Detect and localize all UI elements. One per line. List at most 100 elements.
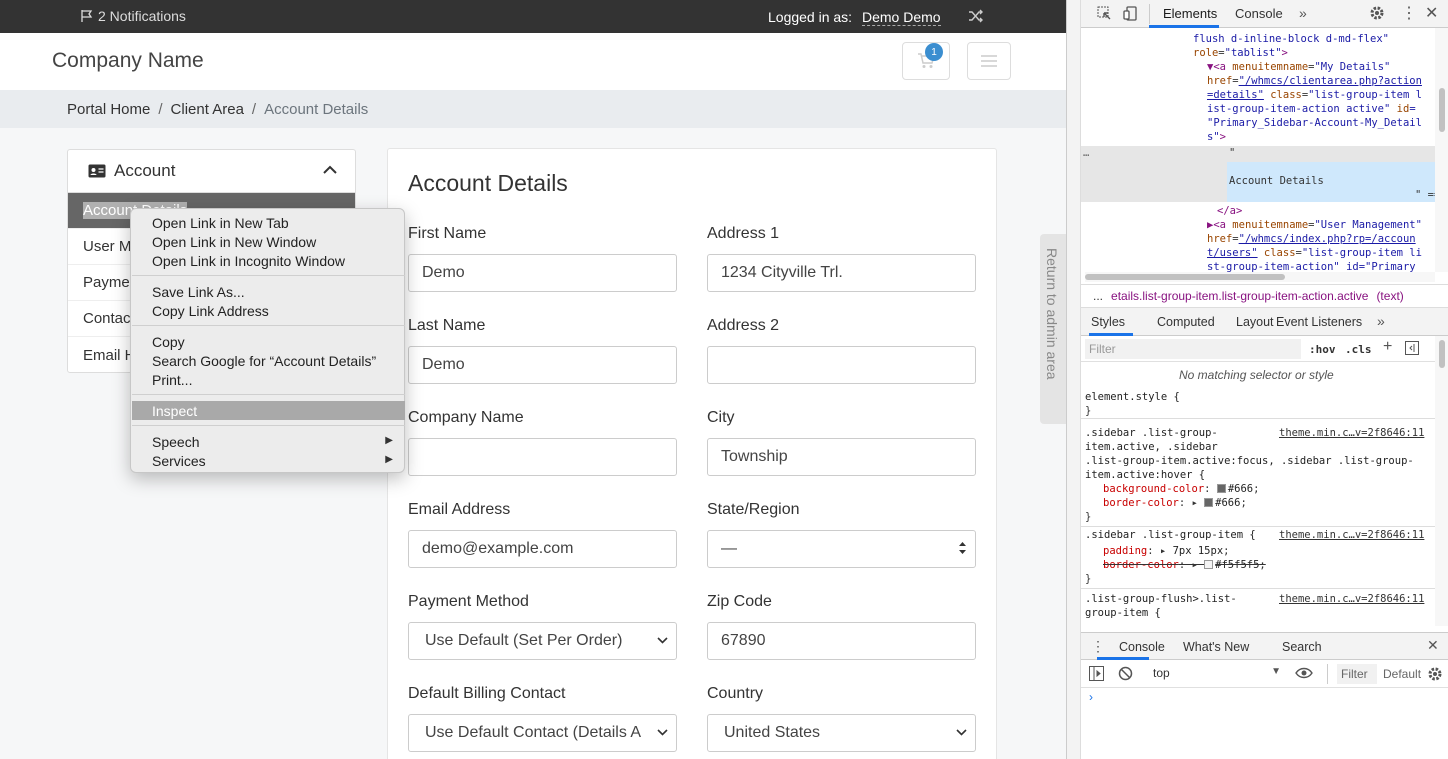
tab-styles[interactable]: Styles [1091,315,1125,329]
clear-console-icon[interactable] [1118,666,1133,684]
dom-line[interactable]: st-group-item-action" id="Primary_ [1207,260,1422,272]
tab-elements[interactable]: Elements [1163,6,1217,21]
email-field[interactable]: demo@example.com [408,530,677,568]
logged-in-user-link[interactable]: Demo Demo [862,9,941,26]
first-name-field[interactable]: Demo [408,254,677,292]
dom-line[interactable]: s"> [1207,130,1226,144]
style-selector[interactable]: .list-group-flush>.list- [1085,592,1237,606]
address1-field[interactable]: 1234 Cityville Trl. [707,254,976,292]
style-source-link[interactable]: theme.min.c…v=2f8646:11 [1279,528,1424,542]
style-selector[interactable]: .sidebar .list-group- [1085,426,1218,440]
gear-icon[interactable] [1427,666,1443,685]
dom-scroll-thumb[interactable] [1439,88,1445,132]
style-property[interactable]: padding: ▸ 7px 15px; [1103,544,1229,558]
drawer-tab-whats-new[interactable]: What's New [1183,640,1249,654]
menu-item-copy-link-address[interactable]: Copy Link Address [132,301,405,320]
zip-field[interactable]: 67890 [707,622,976,660]
drawer-tab-console[interactable]: Console [1119,640,1165,654]
styles-scrollbar[interactable] [1435,336,1448,626]
log-levels-select[interactable]: Default levels [1383,667,1423,681]
style-source-link[interactable]: theme.min.c…v=2f8646:11 [1279,592,1424,606]
style-selector[interactable]: item.active:hover { [1085,468,1205,482]
style-selector[interactable]: group-item { [1085,606,1161,620]
gear-icon[interactable] [1369,5,1385,24]
style-property[interactable]: border-color: ▸ #666; [1103,496,1247,510]
style-property[interactable]: background-color: #666; [1103,482,1259,496]
console-prompt[interactable]: › [1089,690,1093,704]
tab-console[interactable]: Console [1235,6,1283,21]
style-source-link[interactable]: theme.min.c…v=2f8646:11 [1279,426,1424,440]
menu-item-open-new-tab[interactable]: Open Link in New Tab [132,213,405,232]
style-selector[interactable]: element.style { [1085,390,1180,404]
style-selector[interactable]: .sidebar .list-group-item { [1085,528,1256,542]
menu-item-search-google[interactable]: Search Google for “Account Details” [132,351,405,370]
dom-breadcrumb-more[interactable]: ... [1093,289,1103,303]
dom-line[interactable]: role="tablist"> [1193,46,1288,60]
style-selector[interactable]: .list-group-item.active:focus, .sidebar … [1085,454,1414,468]
company-name-field[interactable] [408,438,677,476]
menu-item-inspect[interactable]: Inspect [132,401,405,420]
dom-breadcrumb-text[interactable]: (text) [1376,289,1403,303]
country-select[interactable]: United States [707,714,976,752]
color-swatch[interactable] [1204,498,1214,507]
tab-computed[interactable]: Computed [1157,315,1215,329]
devtools-resize-handle[interactable] [1067,0,1081,759]
shuffle-icon[interactable] [968,8,984,27]
dom-line[interactable]: "Primary_Sidebar-Account-My_Detail [1207,116,1422,130]
dom-scrollbar[interactable] [1435,28,1448,272]
notifications-link[interactable]: 2 Notifications [80,8,186,24]
dom-hscroll-thumb[interactable] [1085,274,1285,280]
more-tabs-icon[interactable]: » [1299,5,1307,21]
styles-filter-input[interactable]: Filter [1085,339,1301,359]
menu-item-services[interactable]: Services ▶ [132,451,405,470]
sidebar-header[interactable]: Account [68,150,355,193]
brand-name[interactable]: Company Name [52,49,204,73]
dom-line[interactable]: ist-group-item-action active" id= [1207,102,1416,116]
context-select[interactable]: top ▼ [1153,666,1281,682]
chevron-up-icon[interactable] [323,162,337,182]
tab-event-listeners[interactable]: Event Listeners [1276,315,1362,329]
menu-toggle-button[interactable] [967,42,1011,80]
inspect-element-icon[interactable] [1097,6,1112,24]
menu-item-open-new-window[interactable]: Open Link in New Window [132,232,405,251]
address2-field[interactable] [707,346,976,384]
dom-line[interactable]: ▼<a menuitemname="My Details" [1207,60,1390,74]
class-toggle[interactable]: .cls [1345,343,1372,356]
device-toolbar-icon[interactable] [1123,6,1138,24]
payment-method-select[interactable]: Use Default (Set Per Order) [408,622,677,660]
sidebar-toggle-icon[interactable] [1405,341,1419,358]
billing-contact-select[interactable]: Use Default Contact (Details A [408,714,677,752]
sidebar-toggle-icon[interactable] [1089,666,1104,684]
kebab-menu-icon[interactable]: ⋮ [1401,3,1417,23]
color-swatch[interactable] [1216,484,1226,493]
color-swatch[interactable] [1204,560,1214,569]
kebab-menu-icon[interactable]: ⋮ [1091,638,1105,655]
menu-item-open-incognito[interactable]: Open Link in Incognito Window [132,251,405,270]
dom-line[interactable]: " == $0 [1415,188,1435,202]
hover-state-toggle[interactable]: :hov [1309,343,1336,356]
close-icon[interactable]: ✕ [1427,637,1439,654]
close-icon[interactable]: ✕ [1425,3,1438,23]
ellipsis-icon[interactable]: … [1083,146,1089,160]
dom-line[interactable]: ▶<a menuitemname="User Management" [1207,218,1422,232]
menu-item-save-link-as[interactable]: Save Link As... [132,282,405,301]
dom-line[interactable]: flush d-inline-block d-md-flex" [1193,32,1389,46]
dom-line[interactable]: t/users" class="list-group-item li [1207,246,1422,260]
console-filter-input[interactable]: Filter [1337,664,1377,684]
eye-icon[interactable] [1295,667,1313,682]
dom-line[interactable]: href="/whmcs/index.php?rp=/accoun [1207,232,1416,246]
menu-item-speech[interactable]: Speech ▶ [132,432,405,451]
dom-tree[interactable]: flush d-inline-block d-md-flex" role="ta… [1081,28,1435,272]
styles-scroll-thumb[interactable] [1439,340,1445,368]
menu-item-print[interactable]: Print... [132,370,405,389]
dom-breadcrumb-item[interactable]: etails.list-group-item.list-group-item-a… [1111,289,1368,303]
breadcrumb-client-area[interactable]: Client Area [171,101,244,118]
style-selector[interactable]: item.active, .sidebar [1085,440,1218,454]
style-property-overridden[interactable]: border-color: ▸ #f5f5f5; [1103,558,1266,572]
dom-text-node[interactable]: Account Details [1229,174,1324,188]
city-field[interactable]: Township [707,438,976,476]
dom-line[interactable]: =details" class="list-group-item l [1207,88,1422,102]
breadcrumb-portal-home[interactable]: Portal Home [67,101,150,118]
tab-layout[interactable]: Layout [1236,315,1274,329]
dom-line[interactable]: " [1229,146,1235,160]
